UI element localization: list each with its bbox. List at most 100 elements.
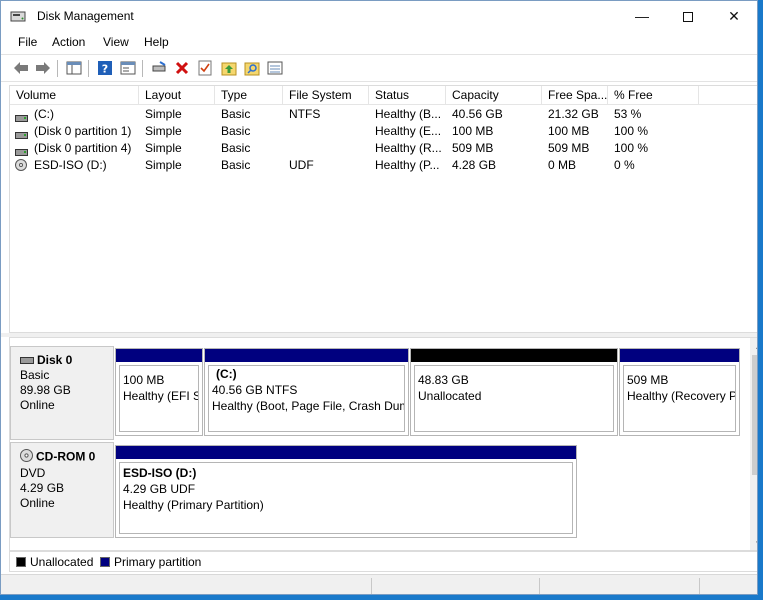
volume-row[interactable]: (C:) Simple Basic NTFS Healthy (B... 40.… bbox=[10, 106, 757, 123]
disk-graphical-view: Disk 0 Basic 89.98 GB Online 100 MB Heal… bbox=[9, 337, 757, 551]
status-divider bbox=[371, 578, 372, 594]
partition-name: (C:) bbox=[216, 367, 237, 381]
partition-size: 509 MB bbox=[627, 373, 669, 387]
partition-status: Healthy (Recovery P bbox=[627, 389, 736, 403]
volume-row[interactable]: (Disk 0 partition 4) Simple Basic Health… bbox=[10, 140, 757, 157]
cell-type: Basic bbox=[221, 158, 251, 172]
list-view-button[interactable] bbox=[265, 58, 285, 78]
disk-management-window: Disk Management — ✕ File Action View Hel… bbox=[0, 0, 758, 595]
help-button[interactable]: ? bbox=[95, 58, 115, 78]
cd-rom-0-label[interactable]: CD-ROM 0 DVD 4.29 GB Online bbox=[10, 442, 114, 538]
cell-free-space: 509 MB bbox=[548, 141, 590, 155]
partition-unallocated[interactable]: 48.83 GB Unallocated bbox=[410, 348, 618, 436]
up-level-button[interactable] bbox=[219, 58, 239, 78]
column-header-status[interactable]: Status bbox=[369, 86, 446, 104]
partition-recovery[interactable]: 509 MB Healthy (Recovery P bbox=[619, 348, 740, 436]
partition-esd-iso[interactable]: ESD-ISO (D:) 4.29 GB UDF Healthy (Primar… bbox=[115, 445, 577, 538]
cell-layout: Simple bbox=[145, 124, 182, 138]
partition-efi[interactable]: 100 MB Healthy (EFI S bbox=[115, 348, 203, 436]
column-header-volume[interactable]: Volume bbox=[10, 86, 139, 104]
cell-file-system bbox=[283, 140, 369, 157]
properties-check-icon bbox=[198, 60, 212, 76]
disk-state: Online bbox=[20, 496, 55, 510]
back-arrow-icon bbox=[14, 62, 28, 74]
volume-row[interactable]: (Disk 0 partition 1) Simple Basic Health… bbox=[10, 123, 757, 140]
show-hide-console-tree-button[interactable] bbox=[64, 58, 84, 78]
graph-vertical-scrollbar[interactable]: ▲ ▼ bbox=[750, 338, 757, 550]
cell-status: Healthy (P... bbox=[375, 158, 440, 172]
maximize-button[interactable] bbox=[665, 1, 711, 32]
disk-state: Online bbox=[20, 398, 55, 413]
partition-name: ESD-ISO (D:) bbox=[123, 466, 197, 480]
toolbar: ? bbox=[1, 54, 757, 82]
up-folder-icon bbox=[221, 62, 237, 76]
toolbar-separator bbox=[88, 60, 89, 77]
column-header-free-space[interactable]: Free Spa... bbox=[542, 86, 608, 104]
unallocated-swatch bbox=[16, 557, 26, 567]
volume-list: Volume Layout Type File System Status Ca… bbox=[9, 85, 757, 333]
back-button[interactable] bbox=[11, 58, 31, 78]
toolbar-separator bbox=[142, 60, 143, 77]
console-tree-icon bbox=[66, 61, 82, 75]
partition-size: 4.29 GB UDF bbox=[123, 482, 196, 496]
partition-bar-primary bbox=[116, 349, 202, 362]
show-pane-icon bbox=[120, 61, 136, 75]
partition-status: Healthy (Primary Partition) bbox=[123, 498, 264, 512]
menu-help[interactable]: Help bbox=[144, 35, 169, 49]
cell-type: Basic bbox=[221, 141, 251, 155]
cell-capacity: 40.56 GB bbox=[452, 107, 503, 121]
disk-size: 4.29 GB bbox=[20, 481, 65, 495]
scrollbar-thumb[interactable] bbox=[752, 355, 757, 475]
cell-volume: (Disk 0 partition 4) bbox=[34, 141, 132, 155]
cell-status: Healthy (E... bbox=[375, 124, 442, 138]
column-header-file-system[interactable]: File System bbox=[283, 86, 369, 104]
partition-status: Healthy (Boot, Page File, Crash Dum bbox=[212, 399, 405, 413]
status-bar bbox=[1, 574, 757, 594]
forward-button[interactable] bbox=[33, 58, 53, 78]
partition-bar-unallocated bbox=[411, 349, 617, 362]
title-bar[interactable]: Disk Management — ✕ bbox=[1, 1, 757, 32]
properties-button[interactable] bbox=[195, 58, 215, 78]
minimize-icon: — bbox=[635, 8, 649, 24]
delete-button[interactable] bbox=[172, 58, 192, 78]
partition-size: 48.83 GB bbox=[418, 373, 469, 387]
partition-bar-primary bbox=[205, 349, 408, 362]
cell-layout: Simple bbox=[145, 141, 182, 155]
list-view-icon bbox=[267, 61, 283, 75]
cell-type: Basic bbox=[221, 107, 251, 121]
connect-button[interactable] bbox=[149, 58, 169, 78]
window-title: Disk Management bbox=[37, 9, 134, 23]
delete-icon bbox=[175, 61, 189, 75]
legend-label: Primary partition bbox=[114, 555, 202, 569]
menu-file[interactable]: File bbox=[18, 35, 37, 49]
menu-view[interactable]: View bbox=[103, 35, 129, 49]
column-header-layout[interactable]: Layout bbox=[139, 86, 215, 104]
legend-label: Unallocated bbox=[30, 555, 94, 569]
status-divider bbox=[699, 578, 700, 594]
cell-status: Healthy (B... bbox=[375, 107, 442, 121]
legend-item-unallocated: Unallocated bbox=[16, 556, 93, 569]
cell-percent-free: 100 % bbox=[614, 124, 649, 138]
column-header-capacity[interactable]: Capacity bbox=[446, 86, 542, 104]
scroll-down-icon[interactable]: ▼ bbox=[750, 535, 757, 550]
volume-row[interactable]: ESD-ISO (D:) Simple Basic UDF Healthy (P… bbox=[10, 157, 757, 174]
svg-text:?: ? bbox=[102, 63, 108, 76]
cell-volume: (Disk 0 partition 1) bbox=[34, 124, 132, 138]
menu-action[interactable]: Action bbox=[52, 35, 85, 49]
cell-layout: Simple bbox=[145, 107, 182, 121]
cell-layout: Simple bbox=[145, 158, 182, 172]
cell-free-space: 21.32 GB bbox=[548, 107, 599, 121]
column-header-type[interactable]: Type bbox=[215, 86, 283, 104]
partition-c[interactable]: (C:) 40.56 GB NTFS Healthy (Boot, Page F… bbox=[204, 348, 409, 436]
show-hide-action-pane-button[interactable] bbox=[118, 58, 138, 78]
partition-details: (C:) 40.56 GB NTFS Healthy (Boot, Page F… bbox=[208, 365, 405, 432]
scroll-up-icon[interactable]: ▲ bbox=[750, 338, 757, 355]
minimize-button[interactable]: — bbox=[619, 1, 665, 32]
close-button[interactable]: ✕ bbox=[711, 1, 757, 32]
find-button[interactable] bbox=[242, 58, 262, 78]
help-icon: ? bbox=[98, 61, 112, 76]
disk-0-label[interactable]: Disk 0 Basic 89.98 GB Online bbox=[10, 346, 114, 440]
search-folder-icon bbox=[244, 62, 260, 76]
cell-volume: (C:) bbox=[34, 107, 54, 121]
column-header-percent-free[interactable]: % Free bbox=[608, 86, 699, 104]
